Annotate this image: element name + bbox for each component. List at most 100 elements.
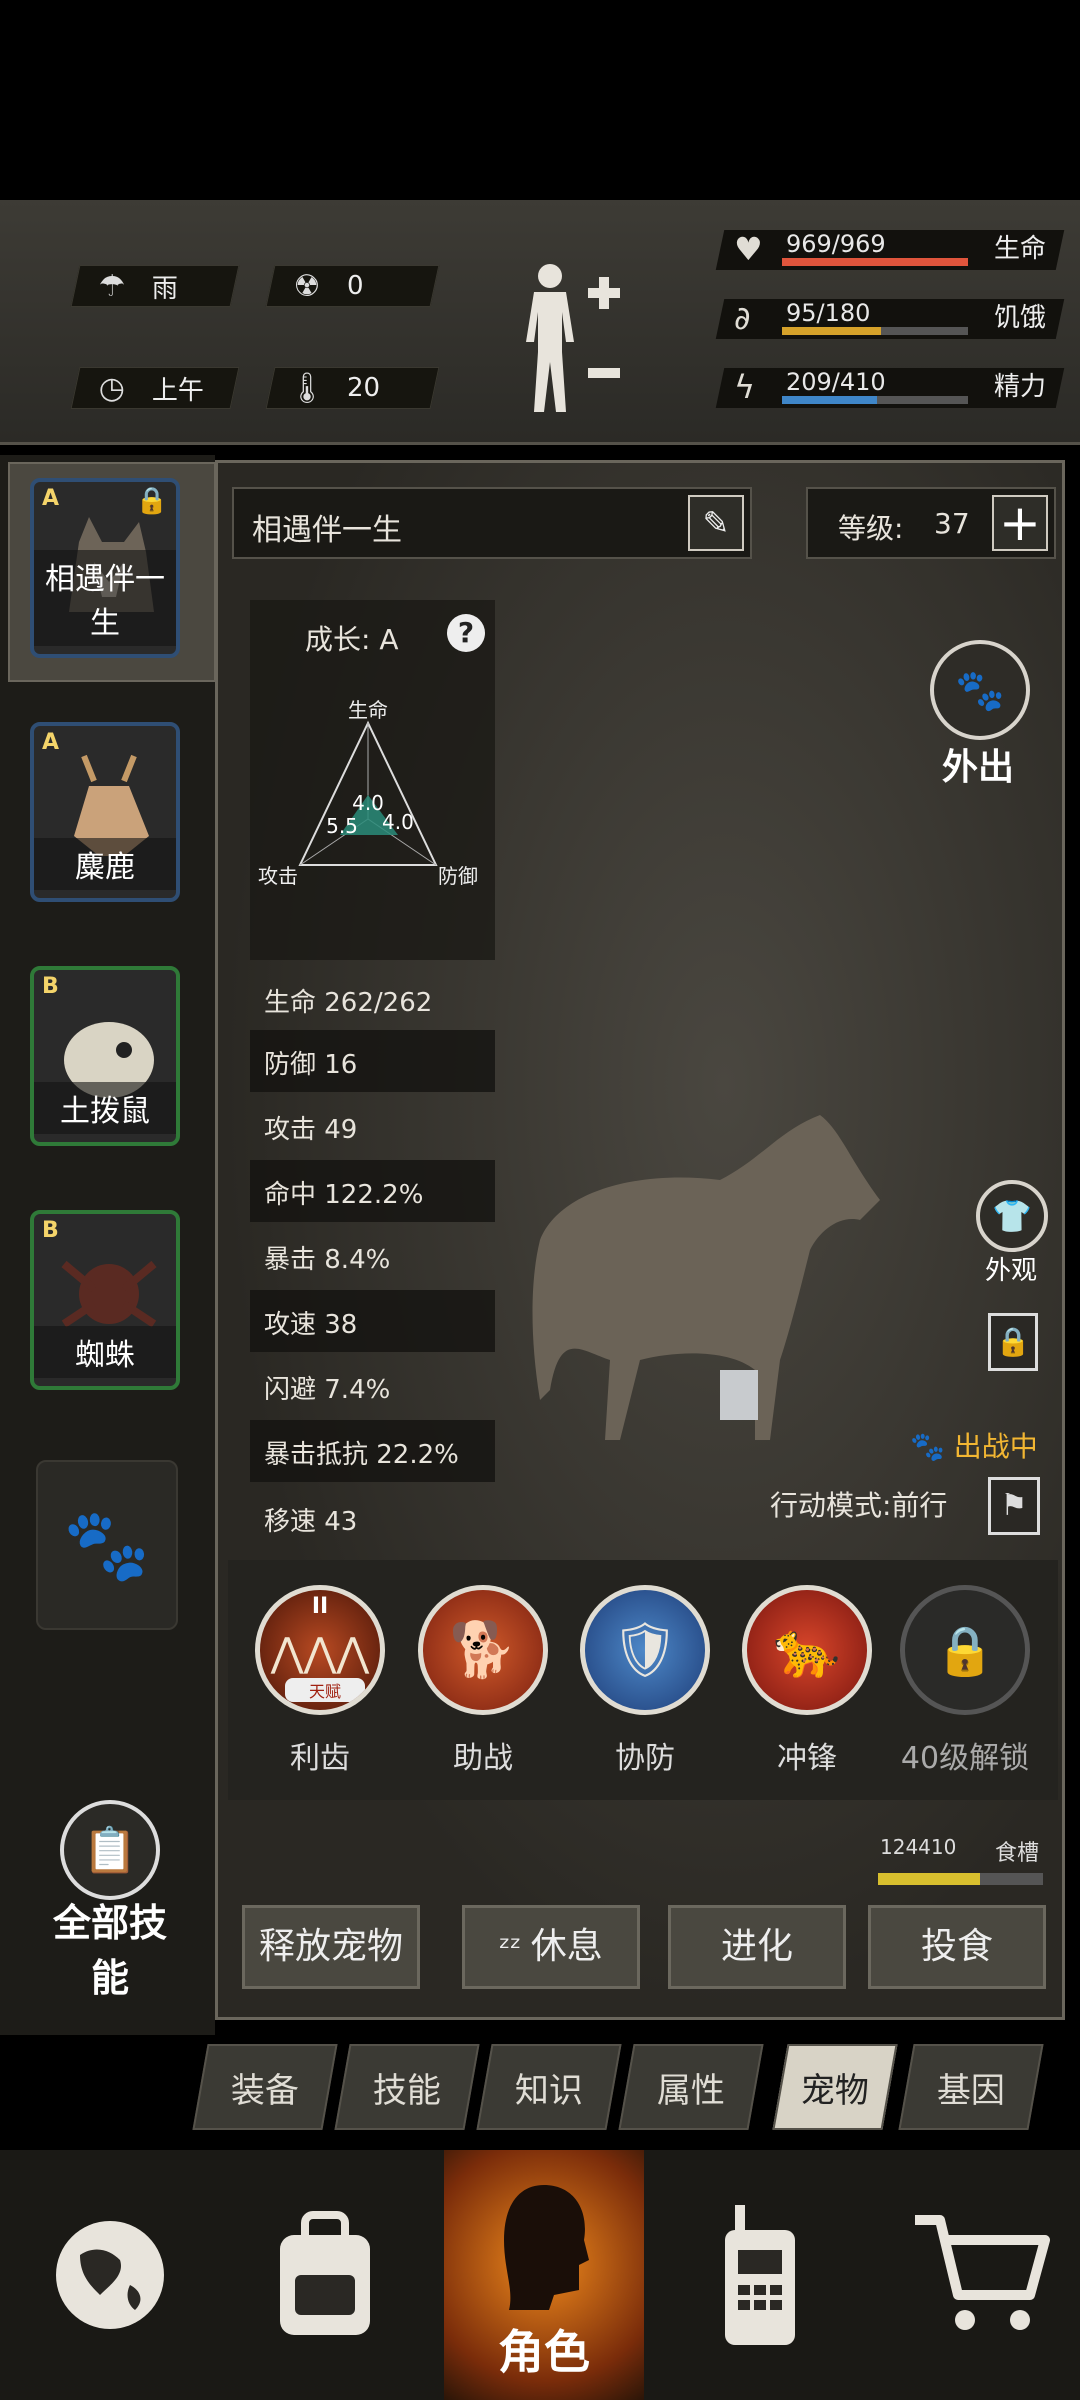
release-pet-button[interactable]: 释放宠物 <box>242 1905 420 1989</box>
outing-button[interactable]: 🐾 <box>930 640 1030 740</box>
attr-dodge: 闪避 7.4% <box>264 1375 391 1405</box>
skill-rank: II <box>311 1594 329 1619</box>
appearance-button[interactable]: 👕 <box>976 1180 1048 1252</box>
evolve-button[interactable]: 进化 <box>668 1905 846 1989</box>
lock-button[interactable]: 🔒 <box>988 1313 1038 1371</box>
time-label: 上午 <box>152 375 205 406</box>
skill-defend[interactable]: 🛡 协防 <box>580 1585 710 1777</box>
attr-defense: 防御 16 <box>250 1030 495 1092</box>
radar-life-value: 4.0 <box>352 791 384 815</box>
empty-pet-slot[interactable]: 🐾 <box>36 1460 178 1630</box>
radar-defense-value: 4.0 <box>382 810 414 834</box>
tab-genes[interactable]: 基因 <box>898 2044 1044 2130</box>
all-skills-button[interactable]: 📋 全部技能 <box>35 1800 185 2002</box>
hunger-label: 饥饿 <box>993 303 1046 333</box>
skill-book-icon: 📋 <box>82 1825 138 1876</box>
pet-grade: B <box>42 974 59 999</box>
battle-status: 🐾 出战中 <box>910 1425 1038 1465</box>
skill-locked[interactable]: 🔒 40级解锁 <box>880 1585 1050 1777</box>
sleep-icon: ᶻᶻ <box>499 1931 531 1966</box>
temperature-display: 🌡 20 <box>265 367 440 409</box>
radar-attack-label: 攻击 <box>258 864 298 885</box>
skill-charge[interactable]: 🐆 冲锋 <box>742 1585 872 1777</box>
health-bar <box>782 258 968 266</box>
level-up-button[interactable]: + <box>992 495 1048 551</box>
pet-name: 土拨鼠 <box>34 1082 176 1134</box>
wolf-pet-image <box>532 1115 880 1440</box>
skill-label: 40级解锁 <box>900 1741 1030 1776</box>
pet-slot-marmot[interactable]: B 土拨鼠 <box>30 966 180 1146</box>
pet-detail-name: 相遇伴一生 <box>252 513 402 548</box>
level-label: 等级: <box>838 512 904 545</box>
growth-panel: 成长: A ? 生命 攻击 防御 4.0 5.5 4.0 <box>250 600 495 960</box>
appearance-label: 外观 <box>985 1256 1038 1286</box>
flag-icon: ⚑ <box>1000 1488 1028 1523</box>
heart-icon: ♥ <box>734 230 763 268</box>
radiation-icon: ☢ <box>293 268 321 304</box>
battle-status-label: 出战中 <box>953 1430 1038 1463</box>
skill-fangs[interactable]: II ⋀⋀⋀ 天赋 利齿 <box>255 1585 385 1777</box>
attr-life: 生命 262/262 <box>264 988 433 1018</box>
category-tabs: 装备 技能 知识 属性 宠物 基因 <box>192 2044 1070 2130</box>
rest-button[interactable]: ᶻᶻ 休息 <box>462 1905 640 1989</box>
pet-grade: B <box>42 1218 59 1243</box>
food-bar <box>878 1873 1043 1885</box>
thermometer-icon: 🌡 <box>287 370 327 406</box>
food-value: 124410 <box>880 1835 957 1859</box>
pet-slot-wolf[interactable]: A 🔒 相遇伴一生 <box>30 478 180 658</box>
shield-dog-icon: 🛡 <box>610 1618 680 1681</box>
backpack-icon <box>280 2211 370 2335</box>
action-mode-label: 行动模式:前行 <box>770 1489 948 1522</box>
hunter-dog-icon: 🐕 <box>449 1618 517 1681</box>
nav-world-map[interactable] <box>10 2150 210 2400</box>
attr-attack: 攻击 49 <box>264 1115 358 1145</box>
weather-label: 雨 <box>152 273 179 304</box>
attr-crit: 暴击 8.4% <box>264 1245 391 1275</box>
help-icon[interactable]: ? <box>447 614 485 652</box>
walkie-talkie-icon <box>725 2205 795 2345</box>
pencil-icon: ✎ <box>702 504 730 542</box>
pet-slot-elk[interactable]: A 麋鹿 <box>30 722 180 902</box>
tab-knowledge[interactable]: 知识 <box>476 2044 622 2130</box>
nav-backpack[interactable] <box>225 2150 425 2400</box>
pet-grade: A <box>42 730 60 755</box>
pet-name-box: 相遇伴一生 ✎ <box>232 487 752 559</box>
paw-icon: 🐾 <box>63 1503 151 1586</box>
nav-shop[interactable] <box>880 2150 1080 2400</box>
health-label: 生命 <box>993 234 1046 264</box>
level-value: 37 <box>934 507 970 540</box>
globe-icon <box>56 2221 164 2329</box>
attr-move-speed: 移速 43 <box>264 1507 358 1537</box>
radiation-value: 0 <box>347 271 364 301</box>
tab-equipment[interactable]: 装备 <box>192 2044 338 2130</box>
pet-slot-spider[interactable]: B 蜘蛛 <box>30 1210 180 1390</box>
skill-assist[interactable]: 🐕 助战 <box>418 1585 548 1777</box>
attr-accuracy: 命中 122.2% <box>250 1160 495 1222</box>
radiation-display: ☢ 0 <box>265 265 440 307</box>
paw-icon: 🐾 <box>955 667 1005 714</box>
stomach-icon: ∂ <box>734 299 751 337</box>
radar-attack-value: 5.5 <box>326 814 358 838</box>
hunger-bar <box>782 327 881 335</box>
character-label: 角色 <box>498 2325 590 2379</box>
nav-character[interactable]: 角色 <box>444 2150 644 2400</box>
radar-life-label: 生命 <box>348 698 388 722</box>
attr-crit-resist: 暴击抵抗 22.2% <box>250 1420 495 1482</box>
tab-skills[interactable]: 技能 <box>334 2044 480 2130</box>
feed-button[interactable]: 投食 <box>868 1905 1046 1989</box>
tab-attributes[interactable]: 属性 <box>618 2044 764 2130</box>
flag-button[interactable]: ⚑ <box>988 1477 1040 1535</box>
charging-dog-icon: 🐆 <box>773 1618 841 1681</box>
nav-radio[interactable] <box>660 2150 860 2400</box>
body-status-icon[interactable] <box>520 258 630 418</box>
clock-icon: ◷ <box>98 370 126 406</box>
energy-stat: ϟ 209/410 精力 <box>715 364 1065 410</box>
growth-radar-chart: 生命 攻击 防御 4.0 5.5 4.0 <box>258 698 478 885</box>
energy-icon: ϟ <box>734 368 756 406</box>
temperature-value: 20 <box>347 373 381 403</box>
tab-pets[interactable]: 宠物 <box>772 2044 898 2130</box>
rename-button[interactable]: ✎ <box>688 495 744 551</box>
energy-label: 精力 <box>993 372 1046 402</box>
energy-bar <box>782 396 877 404</box>
health-stat: ♥ 969/969 生命 <box>715 226 1065 272</box>
